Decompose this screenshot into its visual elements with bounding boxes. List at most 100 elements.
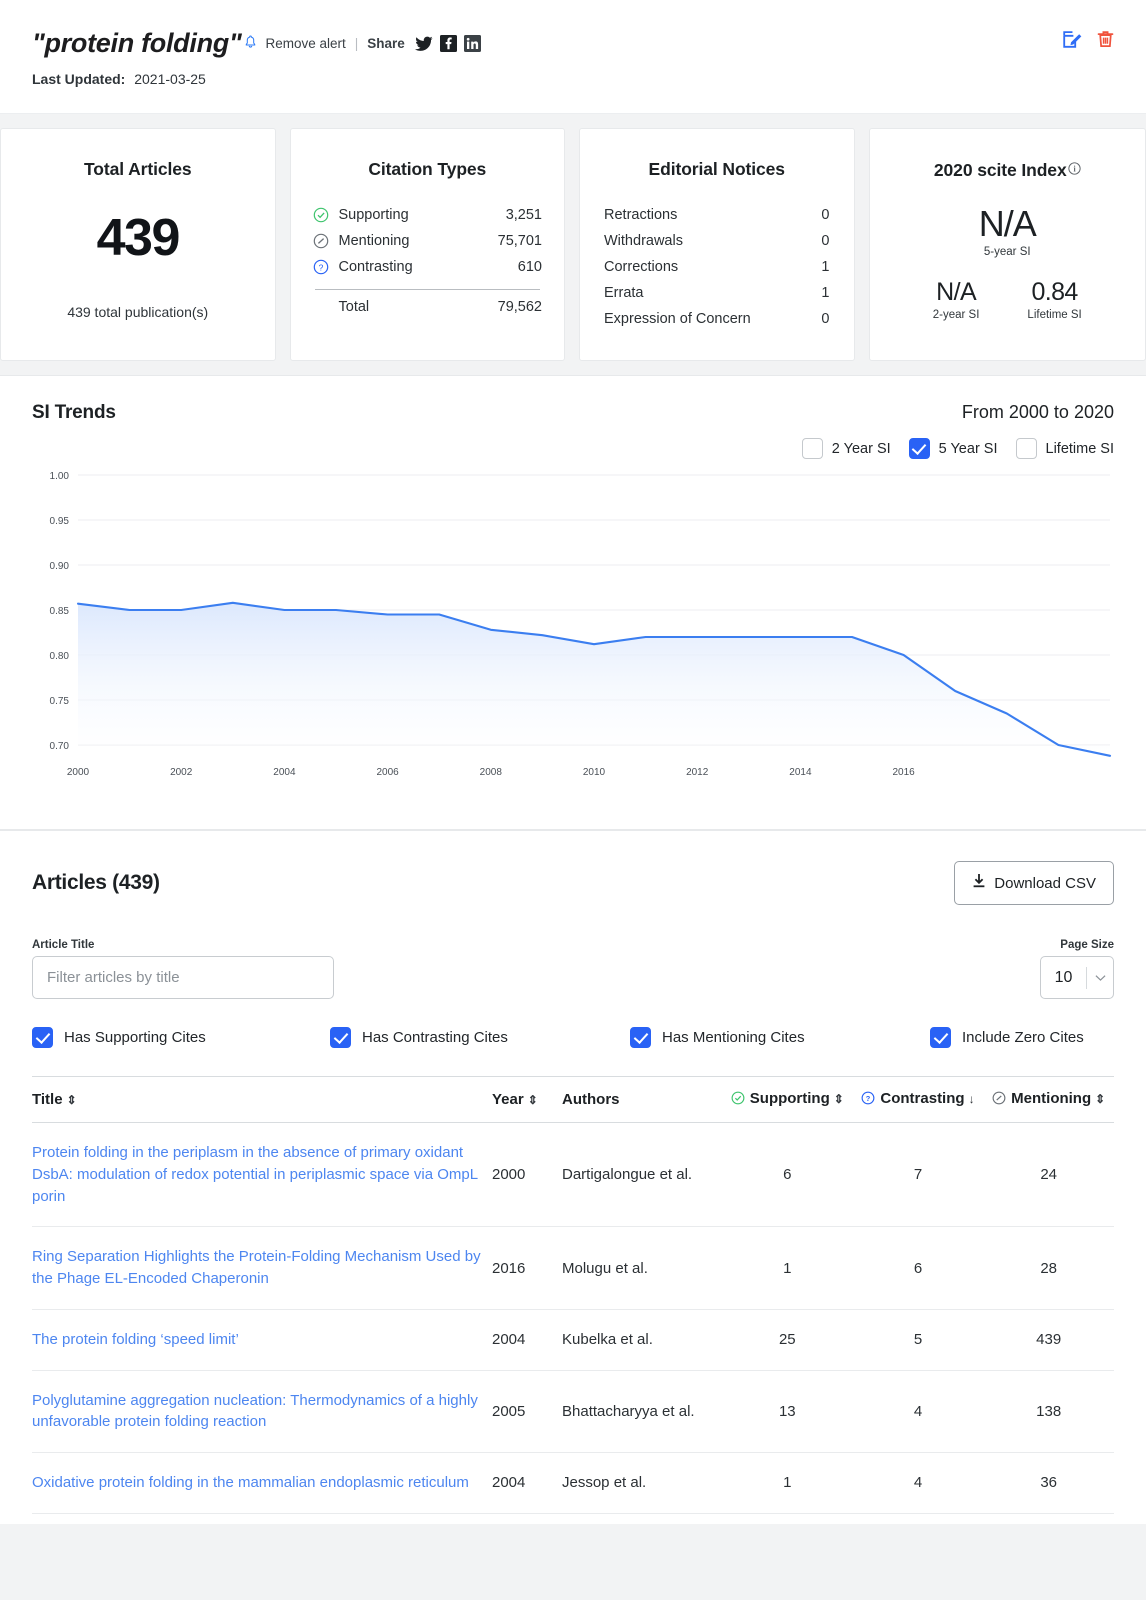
bell-icon[interactable] [243, 34, 258, 53]
checkbox-label: Has Contrasting Cites [362, 1029, 508, 1046]
cell-mentioning: 439 [983, 1309, 1114, 1370]
twitter-icon[interactable] [415, 36, 433, 52]
total-articles-value: 439 [23, 208, 253, 268]
total-articles-subtitle: 439 total publication(s) [23, 304, 253, 320]
scite-index-primary-value: N/A [892, 203, 1124, 245]
page-size-select[interactable]: 10 [1040, 956, 1114, 999]
facebook-icon[interactable] [440, 35, 457, 52]
citation-type-value: 75,701 [478, 233, 542, 249]
scite-index-title: 2020 scite Index [934, 160, 1067, 180]
cell-contrasting: 6 [853, 1227, 984, 1310]
header-actions [1061, 28, 1116, 50]
info-icon[interactable]: i [1068, 159, 1081, 180]
cell-supporting: 6 [722, 1123, 853, 1227]
cell-title: Protein folding in the periplasm in the … [32, 1123, 492, 1227]
checkbox-has-supporting-cites[interactable]: Has Supporting Cites [32, 1027, 330, 1048]
checkbox-2-year-si[interactable] [802, 438, 823, 459]
articles-header: Articles (439) Download CSV [32, 861, 1114, 905]
cell-mentioning: 36 [983, 1453, 1114, 1514]
scite-index-lifetime-value: 0.84 [1027, 278, 1081, 307]
articles-filters: Article Title Page Size 10 [32, 939, 1114, 999]
table-row: Protein folding in the periplasm in the … [32, 1123, 1114, 1227]
svg-text:2002: 2002 [170, 767, 193, 778]
remove-alert-link[interactable]: Remove alert [265, 36, 345, 51]
articles-table-head: Title⇕ Year⇕ Authors Supporting⇕ ?Contra… [32, 1077, 1114, 1123]
search-input[interactable] [32, 956, 334, 999]
notice-row: Retractions 0 [602, 202, 832, 228]
scite-index-lifetime-caption: Lifetime SI [1027, 309, 1081, 321]
edit-icon[interactable] [1061, 28, 1083, 50]
card-title: Editorial Notices [602, 159, 832, 180]
cell-year: 2004 [492, 1309, 562, 1370]
column-label: Authors [562, 1091, 620, 1108]
column-label: Title [32, 1091, 63, 1108]
svg-text:2012: 2012 [686, 767, 709, 778]
si-trends-title: SI Trends [32, 402, 116, 424]
checkbox-label: Include Zero Cites [962, 1029, 1084, 1046]
column-label: Mentioning [1011, 1090, 1091, 1107]
checkbox-box [32, 1027, 53, 1048]
legend-5-year-si[interactable]: 5 Year SI [909, 438, 998, 459]
editorial-notice-list: Retractions 0 Withdrawals 0 Corrections … [602, 202, 832, 332]
article-title-link[interactable]: The protein folding ‘speed limit’ [32, 1331, 239, 1348]
cell-supporting: 13 [722, 1370, 853, 1453]
column-header-authors: Authors [562, 1077, 722, 1123]
citation-total-label: Total [339, 299, 479, 315]
summary-cards: Total Articles 439 439 total publication… [0, 114, 1146, 375]
column-header-year[interactable]: Year⇕ [492, 1077, 562, 1123]
notice-row: Expression of Concern 0 [602, 306, 832, 332]
article-title-link[interactable]: Protein folding in the periplasm in the … [32, 1144, 478, 1205]
citation-type-label: Mentioning [339, 233, 479, 249]
page-size-group: Page Size 10 [1040, 939, 1114, 999]
notice-value: 1 [800, 285, 830, 301]
last-updated-value: 2021-03-25 [134, 71, 206, 87]
column-header-mentioning[interactable]: Mentioning⇕ [983, 1077, 1114, 1123]
supporting-check-icon [731, 1092, 745, 1109]
cell-mentioning: 138 [983, 1370, 1114, 1453]
svg-text:?: ? [318, 262, 323, 272]
scite-index-primary-caption: 5-year SI [892, 246, 1124, 258]
svg-text:0.95: 0.95 [50, 516, 70, 527]
sort-icon: ↓ [969, 1092, 975, 1106]
checkbox-has-mentioning-cites[interactable]: Has Mentioning Cites [630, 1027, 930, 1048]
svg-text:0.85: 0.85 [50, 606, 70, 617]
svg-text:2010: 2010 [583, 767, 606, 778]
checkbox-5-year-si[interactable] [909, 438, 930, 459]
linkedin-icon[interactable] [464, 35, 481, 52]
checkbox-lifetime-si[interactable] [1016, 438, 1037, 459]
si-trends-range: From 2000 to 2020 [962, 402, 1114, 423]
checkbox-has-contrasting-cites[interactable]: Has Contrasting Cites [330, 1027, 630, 1048]
svg-text:2014: 2014 [789, 767, 812, 778]
column-header-title[interactable]: Title⇕ [32, 1077, 492, 1123]
table-row: Polyglutamine aggregation nucleation: Th… [32, 1370, 1114, 1453]
checkbox-include-zero-cites[interactable]: Include Zero Cites [930, 1027, 1084, 1048]
supporting-check-icon [313, 207, 339, 223]
notice-label: Errata [604, 285, 800, 301]
delete-icon[interactable] [1095, 28, 1116, 50]
table-row: The protein folding ‘speed limit’ 2004 K… [32, 1309, 1114, 1370]
cell-contrasting: 5 [853, 1309, 984, 1370]
last-updated: Last Updated: 2021-03-25 [32, 71, 1114, 87]
article-title-link[interactable]: Oxidative protein folding in the mammali… [32, 1474, 469, 1491]
cell-year: 2000 [492, 1123, 562, 1227]
table-row: Ring Separation Highlights the Protein-F… [32, 1227, 1114, 1310]
article-title-link[interactable]: Ring Separation Highlights the Protein-F… [32, 1248, 481, 1287]
si-trends-svg[interactable]: 1.000.950.900.850.800.750.70200020022004… [32, 467, 1114, 797]
article-title-filter-group: Article Title [32, 939, 334, 999]
legend-2-year-si[interactable]: 2 Year SI [802, 438, 891, 459]
download-csv-button[interactable]: Download CSV [954, 861, 1114, 905]
mentioning-slash-icon [313, 233, 339, 249]
cell-contrasting: 4 [853, 1453, 984, 1514]
column-header-supporting[interactable]: Supporting⇕ [722, 1077, 853, 1123]
chevron-down-icon [1087, 974, 1113, 982]
page-header: "protein folding" Remove alert | Share L… [0, 0, 1146, 114]
contrasting-question-icon: ? [861, 1092, 875, 1109]
cell-authors: Jessop et al. [562, 1453, 722, 1514]
legend-lifetime-si[interactable]: Lifetime SI [1016, 438, 1115, 459]
cell-year: 2005 [492, 1370, 562, 1453]
column-header-contrasting[interactable]: ?Contrasting↓ [853, 1077, 984, 1123]
social-links [415, 35, 481, 52]
article-title-link[interactable]: Polyglutamine aggregation nucleation: Th… [32, 1392, 478, 1431]
cell-authors: Molugu et al. [562, 1227, 722, 1310]
scite-index-2year: N/A 2-year SI [933, 278, 980, 321]
